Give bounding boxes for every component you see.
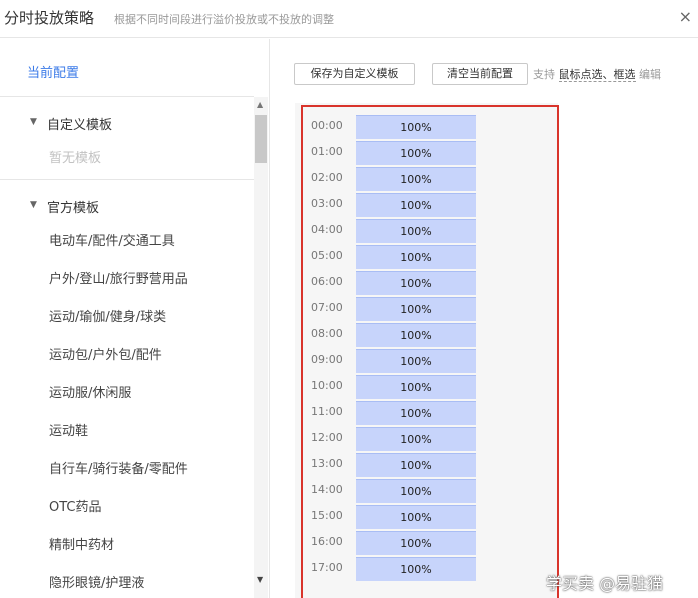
schedule-toolbar: 保存为自定义模板 清空当前配置 支持 鼠标点选、框选 编辑 <box>271 39 698 89</box>
caret-down-icon[interactable]: ▼ <box>30 117 37 127</box>
edit-hint-prefix: 支持 <box>533 68 555 81</box>
sidebar-scrollbar[interactable]: ▲ ▼ <box>254 97 268 598</box>
dialog-title: 分时投放策略 <box>4 9 95 27</box>
watermark-text: 学买卖 @易驻猫 <box>546 574 664 593</box>
edit-hint: 支持 鼠标点选、框选 编辑 <box>533 66 661 82</box>
scroll-down-icon[interactable]: ▼ <box>257 575 263 584</box>
save-as-template-button[interactable]: 保存为自定义模板 <box>294 63 415 85</box>
no-template-text: 暂无模板 <box>49 151 102 166</box>
custom-template-label[interactable]: 自定义模板 <box>47 114 112 133</box>
dialog-subtitle: 根据不同时间段进行溢价投放或不投放的调整 <box>114 13 334 26</box>
highlight-box <box>301 105 559 598</box>
current-config-label[interactable]: 当前配置 <box>27 62 79 81</box>
edit-hint-suffix: 编辑 <box>639 68 661 81</box>
scrollbar-thumb[interactable] <box>255 115 267 163</box>
template-tree: ▼ 自定义模板 暂无模板 ▼ 官方模板 电动车/配件/交通工具 户外/登山/旅行… <box>0 97 254 598</box>
template-sidebar: 当前配置 ▼ 自定义模板 暂无模板 ▼ 官方模板 电动车/配件/交通工具 户外/… <box>0 39 270 598</box>
divider <box>0 179 254 180</box>
custom-template-group[interactable]: ▼ 自定义模板 <box>0 113 254 137</box>
template-item[interactable]: 运动服/休闲服 <box>49 382 131 401</box>
template-item[interactable]: 隐形眼镜/护理液 <box>49 572 144 591</box>
close-icon[interactable]: × <box>679 8 692 26</box>
official-template-group[interactable]: ▼ 官方模板 <box>0 196 254 220</box>
template-item[interactable]: 运动鞋 <box>49 420 88 439</box>
template-item[interactable]: 电动车/配件/交通工具 <box>49 230 175 249</box>
official-template-label[interactable]: 官方模板 <box>47 197 99 216</box>
template-item[interactable]: 自行车/骑行装备/零配件 <box>49 458 188 477</box>
scroll-up-icon[interactable]: ▲ <box>257 100 263 109</box>
template-item[interactable]: 户外/登山/旅行野营用品 <box>49 268 188 287</box>
template-item[interactable]: 运动包/户外包/配件 <box>49 344 162 363</box>
template-item[interactable]: 运动/瑜伽/健身/球类 <box>49 306 166 325</box>
template-item[interactable]: 精制中药材 <box>49 534 114 553</box>
edit-hint-mode: 鼠标点选、框选 <box>558 68 636 82</box>
template-item[interactable]: OTC药品 <box>49 496 102 515</box>
current-config-item[interactable]: 当前配置 <box>0 39 254 97</box>
clear-config-button[interactable]: 清空当前配置 <box>432 63 528 85</box>
dialog-header: 分时投放策略 根据不同时间段进行溢价投放或不投放的调整 × <box>0 0 698 38</box>
caret-down-icon[interactable]: ▼ <box>30 200 37 210</box>
